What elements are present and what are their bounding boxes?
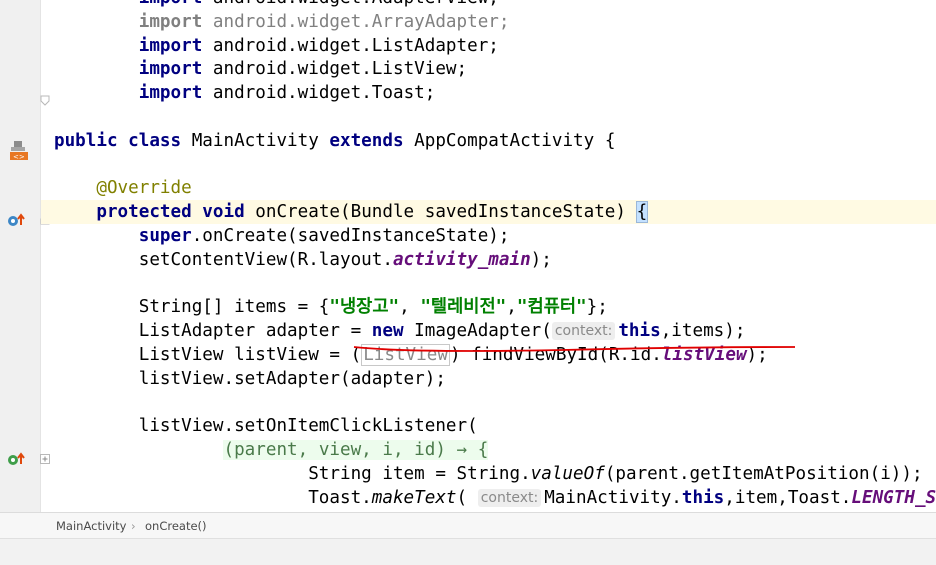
status-bar — [0, 538, 936, 565]
code-token: ); — [530, 249, 552, 270]
code-token: listView.setOnItemClickListener( — [54, 416, 478, 437]
code-line[interactable]: import android.widget.Toast; — [54, 81, 436, 105]
code-editor[interactable]: <> import android.widget.AdapterView; — [0, 0, 936, 512]
code-token: onCreate(Bundle savedInstanceState) — [244, 202, 637, 223]
code-token: activity_main — [392, 249, 531, 270]
code-token: "컴퓨터" — [516, 297, 587, 318]
breadcrumb-class[interactable]: MainActivity — [56, 519, 126, 533]
code-token: import — [138, 83, 203, 104]
code-token: MainActivity. — [544, 487, 682, 508]
code-token: }; — [586, 297, 608, 318]
code-token: makeText — [371, 487, 457, 508]
code-token: String[] items = { — [54, 297, 330, 318]
code-line[interactable]: import android.widget.ArrayAdapter; — [54, 10, 510, 34]
code-line[interactable]: listView.setOnItemClickListener( — [54, 414, 478, 438]
code-line[interactable]: listView.setAdapter(adapter); — [54, 367, 446, 391]
code-token: this — [681, 487, 725, 508]
fold-marker-icon[interactable] — [39, 94, 51, 106]
implement-method-icon[interactable] — [6, 451, 28, 467]
override-method-icon[interactable] — [6, 212, 28, 228]
code-token: android.widget.ArrayAdapter; — [202, 11, 510, 32]
code-line[interactable]: String[] items = {"냉장고", "텔레비전","컴퓨터"}; — [54, 295, 608, 319]
breadcrumb-method[interactable]: onCreate() — [145, 519, 207, 533]
code-token: extends — [329, 130, 404, 151]
android-layout-icon[interactable]: <> — [8, 139, 30, 161]
code-token: super — [138, 226, 192, 246]
code-token: valueOf — [530, 464, 605, 484]
code-token: (parent, view, i, id) → { — [223, 440, 489, 461]
parameter-hint: context: — [477, 488, 542, 507]
code-token: listView.setAdapter(adapter); — [54, 368, 446, 389]
code-line[interactable]: import android.widget.ListAdapter; — [54, 34, 499, 58]
code-token: ListAdapter adapter = — [54, 321, 372, 342]
breadcrumb: MainActivity › onCreate() — [0, 512, 936, 539]
code-token: import — [138, 11, 203, 32]
code-token: "텔레비전" — [420, 297, 507, 318]
code-token: LENGTH_SHORT — [851, 487, 936, 508]
code-token: protected void — [96, 202, 245, 223]
code-token: MainActivity — [181, 130, 330, 151]
code-token: , — [399, 297, 421, 318]
code-line[interactable]: protected void onCreate(Bundle savedInst… — [41, 200, 936, 225]
code-token: ( — [456, 487, 478, 508]
code-token: @Override — [96, 178, 192, 199]
code-line[interactable]: public class MainActivity extends AppCom… — [54, 129, 615, 153]
code-token: { — [635, 201, 649, 224]
code-line[interactable]: String item = String.valueOf(parent.getI… — [54, 462, 923, 486]
code-token: android.widget.AdapterView; — [202, 0, 499, 8]
code-token: import — [138, 59, 203, 80]
code-token: setContentView(R.layout. — [54, 249, 393, 270]
breadcrumb-separator: › — [131, 519, 136, 533]
code-line[interactable]: (parent, view, i, id) → { — [54, 438, 489, 462]
code-line[interactable]: import android.widget.AdapterView; — [54, 0, 499, 10]
code-token: Toast. — [54, 487, 372, 508]
code-token: , — [506, 297, 517, 318]
code-line[interactable]: import android.widget.ListView; — [54, 57, 467, 81]
gutter-separator — [40, 0, 41, 512]
code-token: String item = String. — [54, 464, 531, 484]
code-line[interactable]: @Override — [54, 176, 192, 200]
svg-text:<>: <> — [13, 153, 25, 161]
code-line[interactable]: Toast.makeText( context: MainActivity.thi… — [54, 486, 936, 510]
code-token: import — [139, 0, 203, 8]
code-token: public class — [54, 130, 182, 151]
code-token: android.widget.ListAdapter; — [202, 35, 499, 56]
code-token: android.widget.ListView; — [202, 59, 468, 80]
editor-gutter[interactable]: <> — [0, 0, 40, 512]
code-token: android.widget.Toast; — [202, 83, 436, 104]
code-token: "냉장고" — [329, 297, 400, 318]
code-token: AppCompatActivity { — [403, 130, 616, 151]
error-underline — [353, 346, 796, 352]
code-line[interactable]: super.onCreate(savedInstanceState); — [54, 224, 510, 248]
code-token: import — [138, 35, 203, 56]
code-line[interactable]: setContentView(R.layout.activity_main); — [54, 248, 552, 272]
code-token: ListView listView = ( — [54, 345, 362, 365]
code-token: (parent.getItemAtPosition(i)); — [604, 464, 923, 484]
code-token: ,item,Toast. — [724, 487, 852, 508]
fold-marker-icon[interactable] — [39, 453, 51, 465]
code-token: .onCreate(savedInstanceState); — [191, 226, 510, 246]
